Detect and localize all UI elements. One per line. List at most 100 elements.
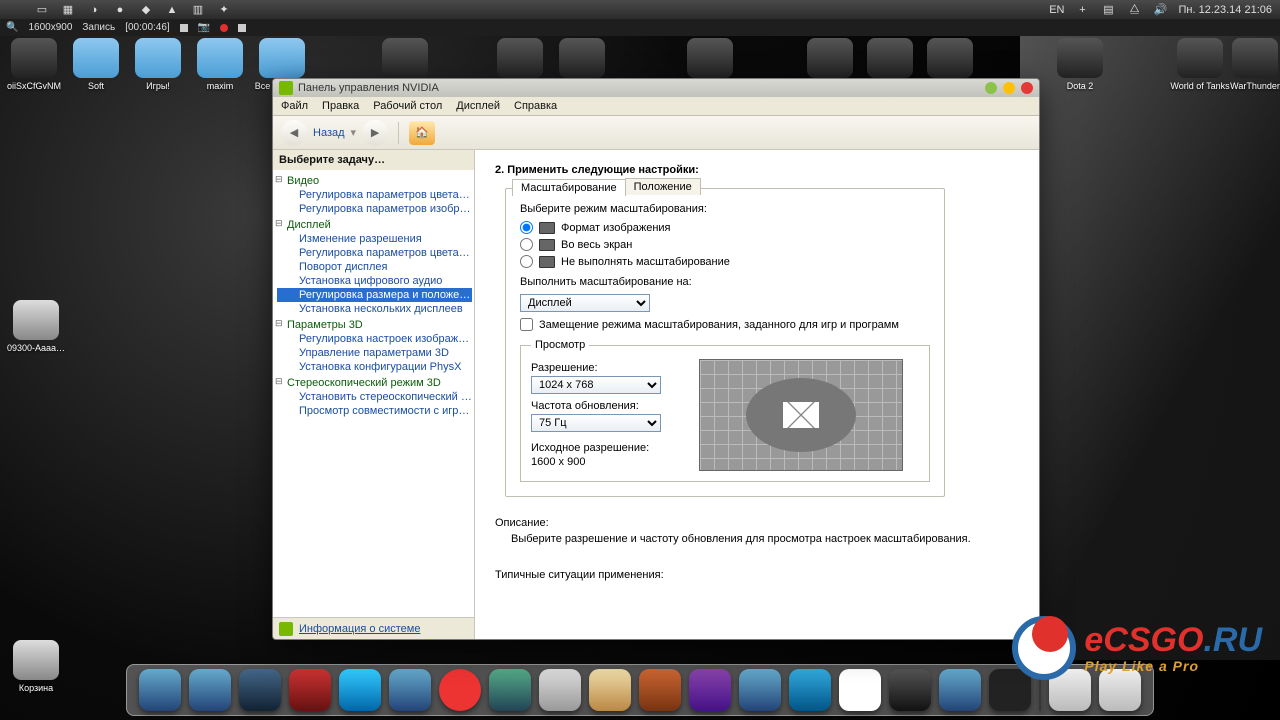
tree-group[interactable]: Параметры 3D <box>277 318 472 332</box>
menu-item[interactable]: Рабочий стол <box>373 97 442 115</box>
tree-item[interactable]: Регулировка настроек изображения с пр… <box>277 332 472 346</box>
back-button[interactable]: ◀ <box>281 120 307 146</box>
dock-item[interactable] <box>489 669 531 711</box>
rec-label: Запись <box>82 22 115 33</box>
tree-item[interactable]: Управление параметрами 3D <box>277 346 472 360</box>
desktop-icon[interactable]: Soft <box>66 38 126 91</box>
tree-item[interactable]: Установка нескольких дисплеев <box>277 302 472 316</box>
settings-panel: 2. Применить следующие настройки: Масшта… <box>475 150 1039 639</box>
preview-pattern <box>699 359 903 471</box>
volume-icon[interactable]: 🔊 <box>1153 2 1169 18</box>
flag-icon[interactable]: ▤ <box>1101 2 1117 18</box>
camera-icon[interactable]: 📷 <box>198 22 210 33</box>
finder-icon[interactable]: ▭ <box>34 2 50 18</box>
tree-item[interactable]: Регулировка параметров изображения д… <box>277 202 472 216</box>
scaling-radio[interactable] <box>520 255 533 268</box>
dock-item[interactable] <box>439 669 481 711</box>
forward-button[interactable]: ▶ <box>362 120 388 146</box>
dock-item[interactable] <box>339 669 381 711</box>
description-heading: Описание: <box>495 517 1021 529</box>
close-button[interactable] <box>1021 82 1033 94</box>
desktop-icon[interactable]: 09300-Aaaa… <box>6 300 66 353</box>
menu-item[interactable]: Файл <box>281 97 308 115</box>
desktop-icon[interactable]: WarThunder <box>1225 38 1280 91</box>
dock-item[interactable] <box>389 669 431 711</box>
desktop-icon[interactable]: maxim <box>190 38 250 91</box>
menu-item[interactable]: Правка <box>322 97 359 115</box>
scaling-radio[interactable] <box>520 221 533 234</box>
record-icon[interactable] <box>220 24 228 32</box>
tab[interactable]: Масштабирование <box>512 179 626 196</box>
zoom-button[interactable] <box>1003 82 1015 94</box>
app-icon[interactable]: ◆ <box>138 2 154 18</box>
tree-group[interactable]: Дисплей <box>277 218 472 232</box>
dock-item[interactable] <box>139 669 181 711</box>
tree-item[interactable]: Изменение разрешения <box>277 232 472 246</box>
desktop-icon[interactable]: Dota 2 <box>1050 38 1110 91</box>
app-icon[interactable]: ✦ <box>216 2 232 18</box>
dock-item[interactable] <box>239 669 281 711</box>
app-icon[interactable]: ● <box>112 2 128 18</box>
dock-item[interactable] <box>289 669 331 711</box>
scale-on-select[interactable]: Дисплей <box>520 294 650 312</box>
sidebar: Выберите задачу… ВидеоРегулировка параме… <box>273 150 475 639</box>
dock-item[interactable] <box>189 669 231 711</box>
resolution-label: Разрешение: <box>531 362 681 374</box>
dock-item[interactable] <box>939 669 981 711</box>
app-icon[interactable]: ◑ <box>86 2 102 18</box>
desktop-icon[interactable]: oiiSxCfGvNM <box>4 38 64 91</box>
dock <box>126 664 1154 716</box>
dock-item[interactable] <box>839 669 881 711</box>
titlebar[interactable]: Панель управления NVIDIA <box>273 79 1039 97</box>
tab[interactable]: Положение <box>625 178 701 195</box>
menu-item[interactable]: Дисплей <box>456 97 500 115</box>
watermark-logo <box>1012 616 1076 680</box>
dock-item[interactable] <box>539 669 581 711</box>
dock-item[interactable] <box>739 669 781 711</box>
tree-item[interactable]: Установить стереоскопический режим 3… <box>277 390 472 404</box>
override-checkbox[interactable] <box>520 318 533 331</box>
magnify-icon[interactable]: 🔍 <box>6 22 18 33</box>
app-icon[interactable]: ▥ <box>190 2 206 18</box>
menu-item[interactable]: Справка <box>514 97 557 115</box>
stop-icon[interactable] <box>238 24 246 32</box>
refresh-select[interactable]: 75 Гц <box>531 414 661 432</box>
dock-item[interactable] <box>589 669 631 711</box>
scaling-radio[interactable] <box>520 238 533 251</box>
tree-item[interactable]: Поворот дисплея <box>277 260 472 274</box>
home-button[interactable]: 🏠 <box>409 121 435 145</box>
desktop-icon[interactable]: World of Tanks <box>1170 38 1230 91</box>
tree-item[interactable]: Установка цифрового аудио <box>277 274 472 288</box>
plus-icon[interactable]: + <box>1075 2 1091 18</box>
resolution-select[interactable]: 1024 x 768 <box>531 376 661 394</box>
dock-item[interactable] <box>639 669 681 711</box>
system-info-link[interactable]: Информация о системе <box>273 617 474 639</box>
nvidia-icon <box>279 81 293 95</box>
tree-item[interactable]: Регулировка параметров цвета рабоче… <box>277 246 472 260</box>
rec-time: [00:00:46] <box>125 22 169 33</box>
lang-indicator[interactable]: EN <box>1049 4 1064 16</box>
clock[interactable]: Пн. 12.23.14 21:06 <box>1179 4 1273 16</box>
tree-item[interactable]: Регулировка параметров цвета для вид… <box>277 188 472 202</box>
override-label: Замещение режима масштабирования, заданн… <box>539 319 899 331</box>
desktop-icon[interactable]: Игры! <box>128 38 188 91</box>
apple-icon[interactable] <box>8 2 24 18</box>
toolbar: ◀ Назад ▾ ▶ 🏠 <box>273 116 1039 150</box>
dock-item[interactable] <box>689 669 731 711</box>
dock-item[interactable] <box>789 669 831 711</box>
minimize-button[interactable] <box>985 82 997 94</box>
tree-group[interactable]: Стереоскопический режим 3D <box>277 376 472 390</box>
tree-item[interactable]: Регулировка размера и положения рабо… <box>277 288 472 302</box>
app-icon[interactable]: ▦ <box>60 2 76 18</box>
monitor-icon <box>539 256 555 268</box>
wifi-icon[interactable]: ⧋ <box>1127 2 1143 18</box>
tree-group[interactable]: Видео <box>277 174 472 188</box>
app-icon[interactable]: ▲ <box>164 2 180 18</box>
desktop-icon[interactable]: Корзина <box>6 640 66 693</box>
dock-item[interactable] <box>889 669 931 711</box>
tree-item[interactable]: Просмотр совместимости с играми <box>277 404 472 418</box>
refresh-label: Частота обновления: <box>531 400 681 412</box>
tree-item[interactable]: Установка конфигурации PhysX <box>277 360 472 374</box>
pause-icon[interactable] <box>180 24 188 32</box>
monitor-icon <box>539 222 555 234</box>
